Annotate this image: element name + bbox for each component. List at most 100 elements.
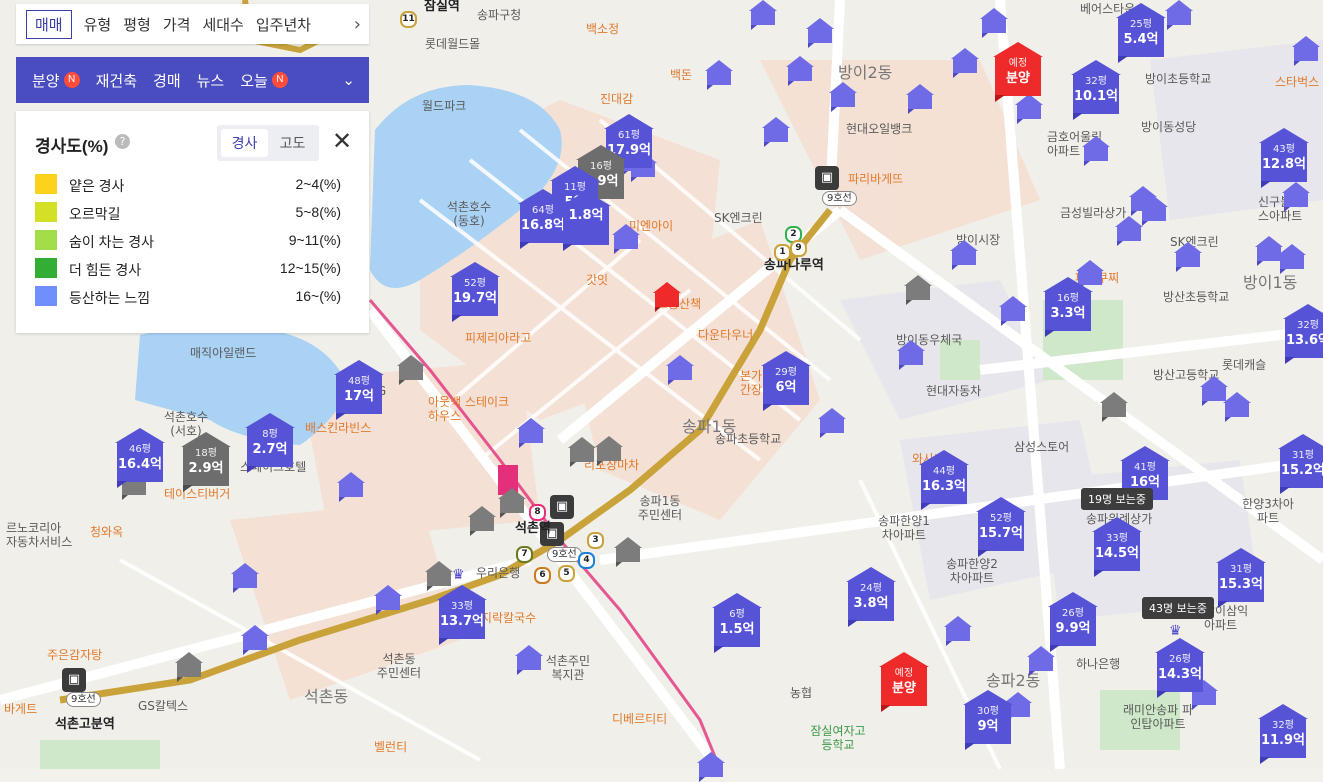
house-marker[interactable]: [614, 537, 642, 567]
house-marker[interactable]: [517, 418, 545, 448]
listing-price-marker[interactable]: 31평 15.3억: [1216, 548, 1266, 608]
poi-label[interactable]: 주은감자탕: [47, 648, 102, 662]
poi-label[interactable]: 방이동성당: [1141, 120, 1196, 134]
house-marker[interactable]: [175, 652, 203, 682]
poi-label[interactable]: 청와옥: [90, 525, 123, 539]
subway-station-icon[interactable]: ▣: [815, 166, 839, 190]
listing-price-marker[interactable]: 46평 16.4억: [115, 428, 165, 488]
house-marker[interactable]: [1282, 182, 1310, 212]
station-label[interactable]: 잠실역: [424, 0, 460, 14]
listing-price-marker[interactable]: 29평 6억: [761, 351, 811, 411]
house-marker[interactable]: [1223, 392, 1251, 422]
poi-label[interactable]: 농협: [790, 686, 812, 700]
poi-label[interactable]: 현대자동차: [926, 384, 981, 398]
house-marker[interactable]: [241, 625, 269, 655]
house-marker[interactable]: [1278, 244, 1306, 274]
poi-label[interactable]: 석촌호수(동호): [446, 200, 492, 228]
house-marker[interactable]: [397, 355, 425, 385]
poi-label[interactable]: 피제리아라고: [465, 331, 531, 345]
close-icon[interactable]: ✕: [332, 127, 352, 155]
layer-reconstruction[interactable]: 재건축: [96, 70, 137, 91]
house-marker[interactable]: [829, 82, 857, 112]
listing-price-marker[interactable]: 52평 15.7억: [976, 497, 1026, 557]
toggle-altitude[interactable]: 고도: [269, 129, 316, 157]
poi-label[interactable]: 송파한양1차아파트: [876, 514, 932, 542]
house-marker[interactable]: [980, 8, 1008, 38]
house-marker[interactable]: [806, 18, 834, 48]
house-marker[interactable]: [1165, 0, 1193, 30]
poi-label[interactable]: 롯데월드몰: [425, 37, 480, 51]
listing-price-marker[interactable]: 예정 분양: [993, 42, 1043, 102]
poi-label[interactable]: 송파한양2차아파트: [944, 557, 1000, 585]
house-marker[interactable]: [950, 240, 978, 270]
house-marker[interactable]: [762, 117, 790, 147]
chevron-down-icon[interactable]: ⌄: [342, 71, 355, 89]
poi-label[interactable]: 갓잇: [586, 273, 608, 287]
listing-price-marker[interactable]: 25평 5.4억: [1116, 3, 1166, 63]
house-marker[interactable]: [612, 224, 640, 254]
poi-label[interactable]: 르노코리아 자동차서비스: [6, 521, 76, 549]
house-marker[interactable]: [906, 84, 934, 114]
listing-price-marker[interactable]: 18평 2.9억: [181, 432, 231, 492]
poi-label[interactable]: SK엔크린: [714, 211, 763, 225]
listing-price-marker[interactable]: 32평 11.9억: [1258, 704, 1308, 764]
filter-tab-sale[interactable]: 매매: [26, 9, 72, 39]
house-marker[interactable]: [468, 506, 496, 536]
question-icon[interactable]: ?: [115, 134, 130, 149]
house-marker[interactable]: [697, 752, 725, 782]
house-marker[interactable]: [749, 0, 777, 30]
house-marker[interactable]: [904, 275, 932, 305]
house-marker[interactable]: [337, 472, 365, 502]
poi-label[interactable]: 아웃백 스테이크하우스: [428, 395, 518, 423]
listing-price-marker[interactable]: 33평 13.7억: [437, 585, 487, 645]
listing-price-marker[interactable]: 8평 2.7억: [245, 413, 295, 473]
house-marker[interactable]: [515, 645, 543, 675]
poi-label[interactable]: 벨런티: [374, 740, 407, 754]
subway-station-icon[interactable]: ▣: [550, 495, 574, 519]
listing-price-marker[interactable]: 24평 3.8억: [846, 567, 896, 627]
house-marker[interactable]: [1100, 392, 1128, 422]
filter-tab-type[interactable]: 유형: [84, 14, 112, 35]
station-label[interactable]: 송파나루역: [764, 259, 824, 273]
poi-label[interactable]: 송파1동 주민센터: [637, 494, 683, 522]
poi-label[interactable]: 송파구청: [477, 8, 521, 22]
listing-price-marker[interactable]: 1.8억: [561, 191, 611, 251]
poi-label[interactable]: GS칼텍스: [138, 699, 188, 713]
house-marker[interactable]: [705, 60, 733, 90]
house-marker[interactable]: [1115, 216, 1143, 246]
house-marker[interactable]: [498, 488, 526, 518]
listing-price-marker[interactable]: 16평 3.3억: [1043, 277, 1093, 337]
poi-label[interactable]: 석촌주민 복지관: [540, 654, 596, 682]
chevron-right-icon[interactable]: ›: [354, 14, 361, 35]
poi-label[interactable]: 디베르티티: [612, 712, 667, 726]
listing-price-marker[interactable]: 31평 15.2억: [1278, 434, 1323, 494]
layer-auction[interactable]: 경매: [153, 70, 181, 91]
poi-label[interactable]: 현대오일뱅크: [846, 122, 912, 136]
house-marker[interactable]: [666, 355, 694, 385]
listing-price-marker[interactable]: 26평 14.3억: [1155, 638, 1205, 698]
listing-price-marker[interactable]: 33평 14.5억: [1092, 517, 1142, 577]
listing-price-marker[interactable]: 32평 10.1억: [1071, 60, 1121, 120]
poi-label[interactable]: 매직아일랜드: [190, 346, 256, 360]
listing-price-marker[interactable]: 52평 19.7억: [450, 262, 500, 322]
house-marker[interactable]: [1292, 36, 1320, 66]
listing-price-marker[interactable]: 26평 9.9억: [1048, 592, 1098, 652]
poi-label[interactable]: 진대감: [600, 92, 633, 106]
house-marker[interactable]: [231, 563, 259, 593]
poi-label[interactable]: 롯데캐슬: [1222, 358, 1266, 372]
poi-label[interactable]: 스타벅스: [1275, 75, 1319, 89]
station-label[interactable]: 석촌고분역: [55, 718, 115, 732]
house-marker[interactable]: [595, 436, 623, 466]
listing-price-marker[interactable]: 43평 12.8억: [1259, 128, 1309, 188]
poi-label[interactable]: 삼성스토어: [1014, 440, 1069, 454]
filter-tab-households[interactable]: 세대수: [202, 14, 243, 35]
listing-price-marker[interactable]: 44평 16.3억: [919, 450, 969, 510]
poi-label[interactable]: 송파초등학교: [715, 432, 781, 446]
house-marker[interactable]: [653, 282, 681, 312]
house-marker[interactable]: [786, 56, 814, 86]
house-marker[interactable]: [1140, 196, 1168, 226]
poi-label[interactable]: 다운타우너: [698, 328, 753, 342]
subway-station-icon[interactable]: ▣: [62, 668, 86, 692]
poi-label[interactable]: 석촌동 주민센터: [376, 652, 422, 680]
house-marker[interactable]: [1174, 242, 1202, 272]
